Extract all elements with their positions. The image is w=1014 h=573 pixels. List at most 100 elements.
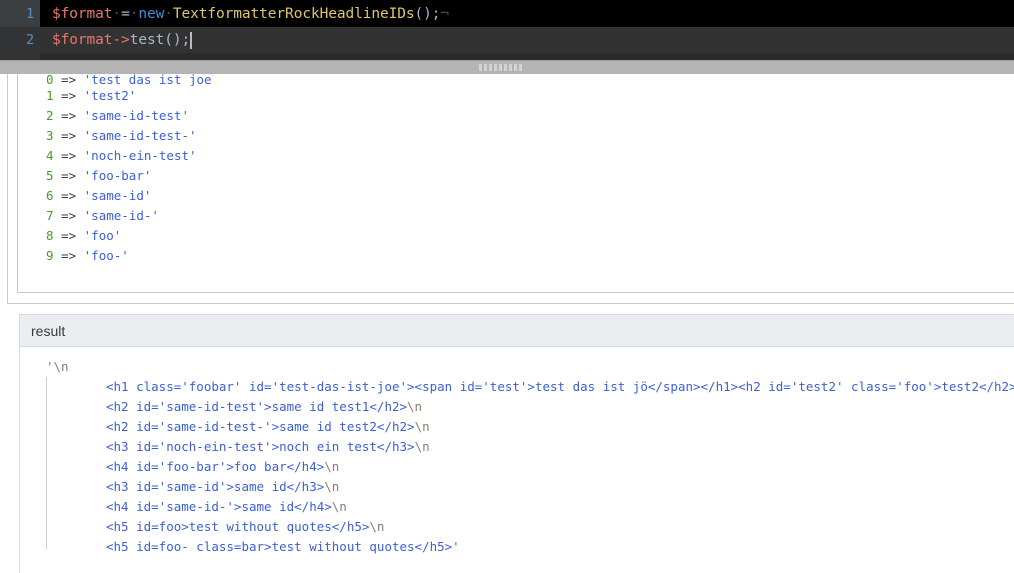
editor-gutter-line-2[interactable]: 2 bbox=[0, 27, 40, 53]
code-token-keyword-new: new bbox=[138, 5, 165, 22]
dump-row-value: 'test das ist joe bbox=[83, 74, 212, 86]
dump-row-value: 'same-id-test-' bbox=[83, 128, 197, 143]
newline-escape: \n bbox=[324, 479, 340, 494]
dump-row-value: 'noch-ein-test' bbox=[83, 148, 197, 163]
code-whitespace-dot: · bbox=[112, 5, 122, 22]
dump-row-arrow: => bbox=[53, 88, 84, 103]
code-token-variable: $format bbox=[52, 32, 113, 48]
dump-row-index: 9 bbox=[46, 248, 54, 263]
code-token-class-name: TextformatterRockHeadlineIDs bbox=[172, 5, 415, 22]
code-whitespace-dot: · bbox=[164, 5, 173, 22]
result-line: <h5 id=foo- class=bar>test without quote… bbox=[46, 537, 1014, 557]
dump-row-index: 7 bbox=[46, 208, 54, 223]
newline-escape: \n bbox=[414, 419, 430, 434]
code-editor[interactable]: 1 $format · = · new · TextformatterRockHeadlin… bbox=[0, 0, 1014, 60]
line-number: 2 bbox=[25, 32, 34, 48]
dump-row-index: 8 bbox=[46, 228, 54, 243]
array-dump-panel: 0 => 'test das ist joe 1 => 'test2' 2 => '… bbox=[0, 74, 1014, 311]
dump-row-value: 'foo-' bbox=[83, 248, 129, 263]
dump-row-index: 3 bbox=[46, 128, 54, 143]
code-token-punctuation: (); bbox=[414, 5, 441, 22]
dump-row-index: 2 bbox=[46, 108, 54, 123]
dump-row-arrow: => bbox=[53, 128, 84, 143]
editor-gutter-line-1[interactable]: 1 bbox=[0, 0, 40, 53]
horizontal-splitter[interactable] bbox=[0, 60, 1014, 74]
result-string-prefix: '\n bbox=[46, 359, 69, 374]
result-line-text: <h1 class='foobar' id='test-das-ist-joe'… bbox=[106, 379, 1014, 394]
result-line-text: <h2 id='same-id-test'>same id test1</h2> bbox=[106, 399, 408, 414]
dump-row: 5 => 'foo-bar' bbox=[46, 166, 1014, 186]
grip-dot bbox=[504, 64, 507, 71]
result-line: <h1 class='foobar' id='test-das-ist-joe'… bbox=[46, 377, 1014, 397]
result-line: <h3 id='same-id'>same id</h3>\n bbox=[46, 477, 1014, 497]
editor-code-line-1[interactable]: $format · = · new · TextformatterRockHeadlineI… bbox=[40, 0, 449, 27]
dump-row-value: 'foo-bar' bbox=[83, 168, 152, 183]
dump-row: 8 => 'foo' bbox=[46, 226, 1014, 246]
dump-row-value: 'same-id-' bbox=[83, 208, 159, 223]
editor-gutter-empty bbox=[0, 53, 40, 60]
code-token-method: test bbox=[129, 32, 165, 48]
grip-dot bbox=[499, 64, 502, 71]
dump-row-index: 5 bbox=[46, 168, 54, 183]
editor-line-2[interactable]: 2 $format -> test (); bbox=[0, 27, 1014, 53]
result-line: <h3 id='noch-ein-test'>noch ein test</h3… bbox=[46, 437, 1014, 457]
dump-row-arrow: => bbox=[53, 228, 84, 243]
dump-row-arrow: => bbox=[53, 108, 84, 123]
result-line: <h4 id='same-id-'>same id</h4>\n bbox=[46, 497, 1014, 517]
code-token-punctuation: (); bbox=[164, 32, 191, 48]
result-panel: result '\n <h1 class='foobar' id='test-d… bbox=[19, 314, 1014, 573]
dump-row-arrow: => bbox=[53, 248, 84, 263]
result-title: result bbox=[31, 322, 66, 339]
dump-row-arrow: => bbox=[53, 188, 84, 203]
code-token-arrow: -> bbox=[112, 32, 130, 48]
result-indent-guide bbox=[46, 377, 47, 549]
code-whitespace-dot: · bbox=[129, 5, 139, 22]
flag-triangle-icon[interactable] bbox=[6, 6, 21, 53]
code-token-operator: = bbox=[121, 5, 130, 22]
result-lines-host: <h1 class='foobar' id='test-das-ist-joe'… bbox=[46, 377, 1014, 557]
result-panel-header: result bbox=[20, 315, 1014, 347]
result-line-text: <h2 id='same-id-test-'>same id test2</h2… bbox=[106, 419, 415, 434]
dump-row: 1 => 'test2' bbox=[46, 86, 1014, 106]
result-code-lines: <h1 class='foobar' id='test-das-ist-joe'… bbox=[20, 377, 1014, 557]
result-line-text: <h3 id='noch-ein-test'>noch ein test</h3… bbox=[106, 439, 415, 454]
dump-row: 9 => 'foo-' bbox=[46, 246, 1014, 266]
splitter-grip-handle[interactable] bbox=[479, 64, 535, 71]
result-line-text: <h5 id=foo- class=bar>test without quote… bbox=[106, 539, 460, 554]
dump-row-value: 'same-id-test' bbox=[83, 108, 189, 123]
dump-row-list: 0 => 'test das ist joe 1 => 'test2' 2 => '… bbox=[0, 74, 1014, 266]
editor-empty-area[interactable] bbox=[0, 53, 1014, 60]
code-line-end-marker: ¬ bbox=[440, 5, 450, 22]
grip-dot bbox=[514, 64, 517, 71]
dump-row-arrow: => bbox=[53, 148, 84, 163]
dump-row: 4 => 'noch-ein-test' bbox=[46, 146, 1014, 166]
grip-dot bbox=[484, 64, 487, 71]
result-line-text: <h3 id='same-id'>same id</h3> bbox=[106, 479, 325, 494]
newline-escape: \n bbox=[407, 399, 423, 414]
newline-escape: \n bbox=[414, 439, 430, 454]
dump-row-arrow: => bbox=[53, 74, 84, 86]
result-line: <h4 id='foo-bar'>foo bar</h4>\n bbox=[46, 457, 1014, 477]
result-line-text: <h4 id='foo-bar'>foo bar</h4> bbox=[106, 459, 325, 474]
editor-code-line-2[interactable]: $format -> test (); bbox=[40, 27, 193, 53]
editor-line-1[interactable]: 1 $format · = · new · TextformatterRockHeadlin… bbox=[0, 0, 1014, 53]
dump-row-index: 1 bbox=[46, 88, 54, 103]
newline-escape: \n bbox=[324, 459, 340, 474]
grip-dot bbox=[494, 64, 497, 71]
dump-row-index: 0 bbox=[46, 74, 54, 86]
dump-row: 2 => 'same-id-test' bbox=[46, 106, 1014, 126]
dump-row: 0 => 'test das ist joe bbox=[46, 74, 1014, 86]
code-token-variable: $format bbox=[52, 5, 113, 22]
dump-row-value: 'test2' bbox=[83, 88, 137, 103]
dump-row: 3 => 'same-id-test-' bbox=[46, 126, 1014, 146]
dump-row: 7 => 'same-id-' bbox=[46, 206, 1014, 226]
text-caret bbox=[190, 31, 193, 49]
dump-row-index: 4 bbox=[46, 148, 54, 163]
dump-row-value: 'same-id' bbox=[83, 188, 152, 203]
grip-dot bbox=[509, 64, 512, 71]
newline-escape: \n bbox=[369, 519, 385, 534]
grip-dot bbox=[489, 64, 492, 71]
result-line: <h2 id='same-id-test-'>same id test2</h2… bbox=[46, 417, 1014, 437]
result-line-text: <h4 id='same-id-'>same id</h4> bbox=[106, 499, 332, 514]
result-line: <h5 id=foo>test without quotes</h5>\n bbox=[46, 517, 1014, 537]
